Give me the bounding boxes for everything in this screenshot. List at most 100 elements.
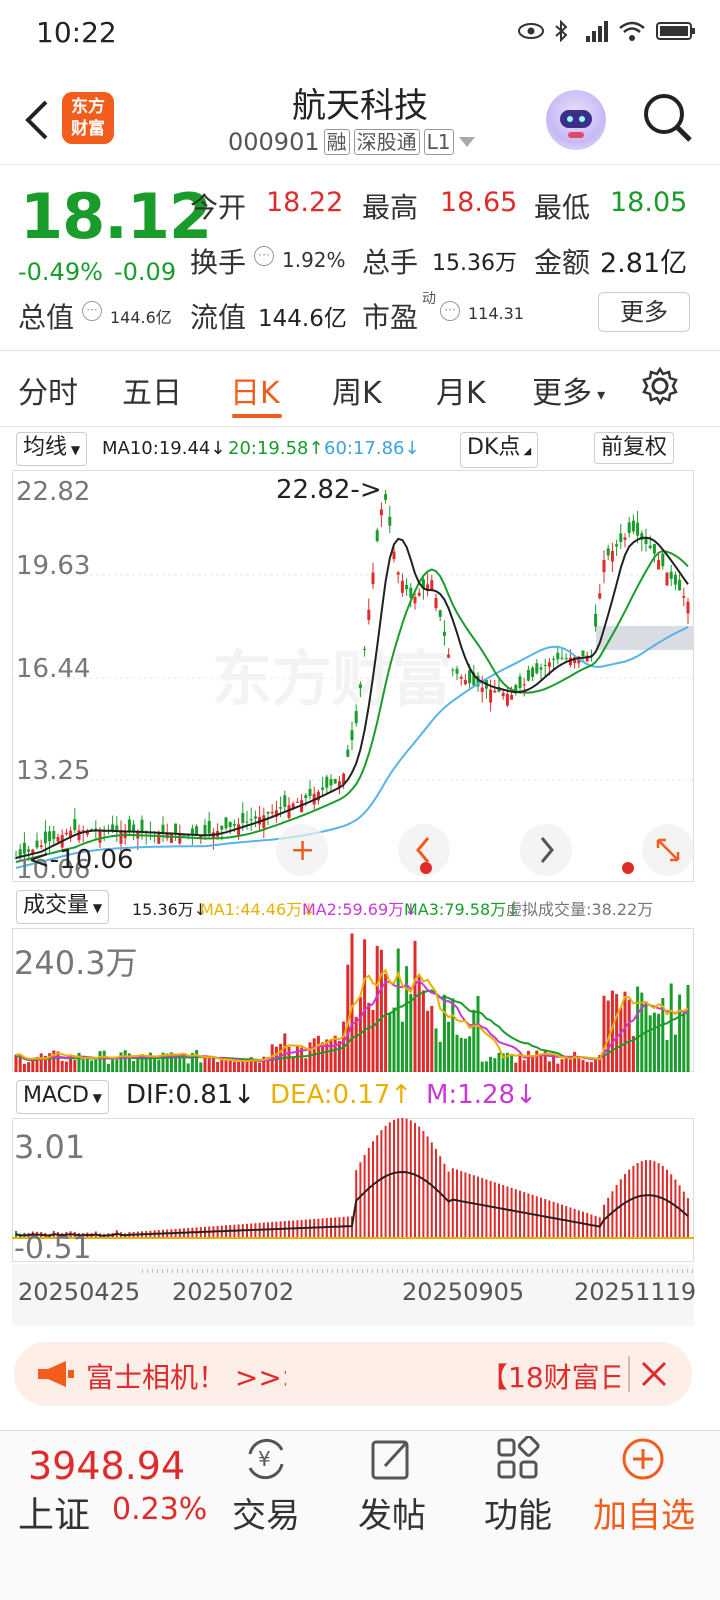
macd-bar	[472, 1175, 475, 1238]
candle-body	[619, 533, 623, 542]
index-value[interactable]: 3948.94	[28, 1444, 185, 1488]
volume-bar	[203, 1057, 207, 1072]
post-button[interactable]	[352, 1436, 432, 1486]
volume-ma1: MA1:44.46万↓	[200, 900, 316, 919]
volume-bar	[539, 1054, 543, 1072]
candle-body	[606, 548, 610, 556]
functions-label[interactable]: 功能	[478, 1488, 558, 1537]
macd-bar	[359, 1162, 362, 1238]
volume-bar	[60, 1060, 64, 1072]
tab-daily-k[interactable]: 日K	[230, 368, 280, 412]
tab-weekly-k[interactable]: 周K	[332, 368, 382, 412]
macd-bar	[535, 1196, 538, 1238]
candle-body	[43, 831, 47, 844]
candle-body	[455, 668, 459, 674]
tab-five-day[interactable]: 五日	[122, 368, 182, 412]
volume-selector[interactable]: 成交量 ▼	[16, 890, 110, 924]
volume-bar	[211, 1058, 215, 1072]
mktcap-info[interactable]: ···	[82, 300, 102, 321]
tab-more-label: 更多	[532, 376, 592, 411]
candle-body	[560, 657, 564, 659]
candle-body	[56, 837, 60, 842]
promo-banner[interactable]: 富士相机！ >>> 【18财富日	[14, 1342, 692, 1406]
functions-button[interactable]	[478, 1435, 558, 1486]
trade-label[interactable]: 交易	[226, 1488, 306, 1537]
macd-selector[interactable]: MACD ▼	[16, 1080, 109, 1114]
candle-body	[346, 749, 350, 757]
tag-connect: 深股通	[353, 129, 420, 155]
more-quote-button[interactable]: 更多	[598, 292, 690, 332]
dots-icon: ···	[254, 245, 274, 266]
dk-label: DK点	[467, 435, 521, 460]
turnover-value: 1.92%	[282, 248, 346, 272]
stock-code: 000901	[228, 128, 320, 156]
volume-bar	[207, 1057, 211, 1072]
macd-bar	[405, 1118, 408, 1238]
macd-bar	[573, 1208, 576, 1238]
caret-down-icon[interactable]	[458, 136, 476, 148]
candle-body	[228, 821, 232, 827]
candle-body	[140, 819, 144, 833]
next-button[interactable]	[520, 824, 572, 876]
macd-bar	[443, 1163, 446, 1238]
mktcap-label: 总值	[18, 301, 75, 334]
candle-body	[232, 824, 236, 826]
dk-point-button[interactable]: DK点 ◢	[460, 432, 539, 468]
add-watchlist-button[interactable]	[620, 1436, 666, 1486]
index-name[interactable]: 上证	[18, 1486, 90, 1538]
macd-bar	[414, 1122, 416, 1238]
volume-bar	[308, 1042, 312, 1072]
candle-body	[203, 824, 207, 836]
candle-body	[661, 553, 665, 567]
volume-bar	[648, 1015, 652, 1072]
macd-bar	[687, 1198, 689, 1238]
kline-chart[interactable]: 东方财富 22.82 19.63 16.44 13.25 10.06 22.82…	[12, 470, 694, 882]
macd-chart[interactable]: 3.01 -0.51	[12, 1118, 694, 1262]
volume-bar	[442, 994, 446, 1072]
macd-bar	[624, 1174, 626, 1238]
caret-down-icon: ▼	[88, 1091, 102, 1105]
macd-bar	[393, 1119, 395, 1238]
macd-bar	[380, 1130, 383, 1238]
search-icon	[644, 94, 692, 142]
candle-body	[22, 842, 26, 854]
y-label-1: 22.82	[16, 477, 90, 507]
assistant-avatar[interactable]	[546, 90, 606, 150]
x-label-3: 20250905	[402, 1278, 525, 1306]
volume-bar	[295, 1046, 299, 1072]
trade-button[interactable]: ¥	[226, 1436, 306, 1486]
pe-info[interactable]: ···	[440, 300, 460, 321]
add-watchlist-label[interactable]: 加自选	[584, 1488, 704, 1537]
macd-frame	[12, 1118, 694, 1262]
x-label-1: 20250425	[18, 1278, 141, 1306]
candle-body	[669, 571, 673, 579]
macd-bar	[661, 1166, 664, 1238]
macd-dif: DIF:0.81↓	[126, 1080, 256, 1110]
candle-body	[262, 815, 266, 829]
volume-bar	[287, 1046, 291, 1072]
candle-body	[98, 830, 102, 843]
volume-bar	[291, 1057, 295, 1072]
amount-value: 2.81亿	[600, 248, 688, 279]
tab-more[interactable]: 更多 ▾	[532, 368, 605, 412]
close-icon[interactable]	[640, 1360, 668, 1388]
candle-body	[442, 631, 446, 636]
candle-body	[673, 574, 677, 585]
volume-bar	[493, 1058, 497, 1072]
volume-bar	[417, 975, 421, 1072]
volume-chart[interactable]: 240.3万	[12, 928, 694, 1072]
post-label[interactable]: 发帖	[352, 1488, 432, 1537]
volume-bar	[480, 1061, 484, 1072]
candle-body	[308, 789, 312, 796]
adjust-button[interactable]: 前复权	[594, 432, 675, 464]
yuan-exchange-icon: ¥	[248, 1438, 284, 1480]
search-button[interactable]	[640, 90, 696, 146]
tab-intraday[interactable]: 分时	[18, 368, 78, 412]
max-annotation: 22.82->	[276, 475, 382, 505]
tab-monthly-k[interactable]: 月K	[436, 368, 486, 412]
chart-settings-button[interactable]	[640, 366, 680, 410]
turnover-info[interactable]: ···	[254, 245, 274, 266]
volume-bar	[367, 1002, 371, 1072]
ma-selector[interactable]: 均线 ▼	[16, 432, 88, 466]
dk-sell-dot	[622, 862, 634, 874]
